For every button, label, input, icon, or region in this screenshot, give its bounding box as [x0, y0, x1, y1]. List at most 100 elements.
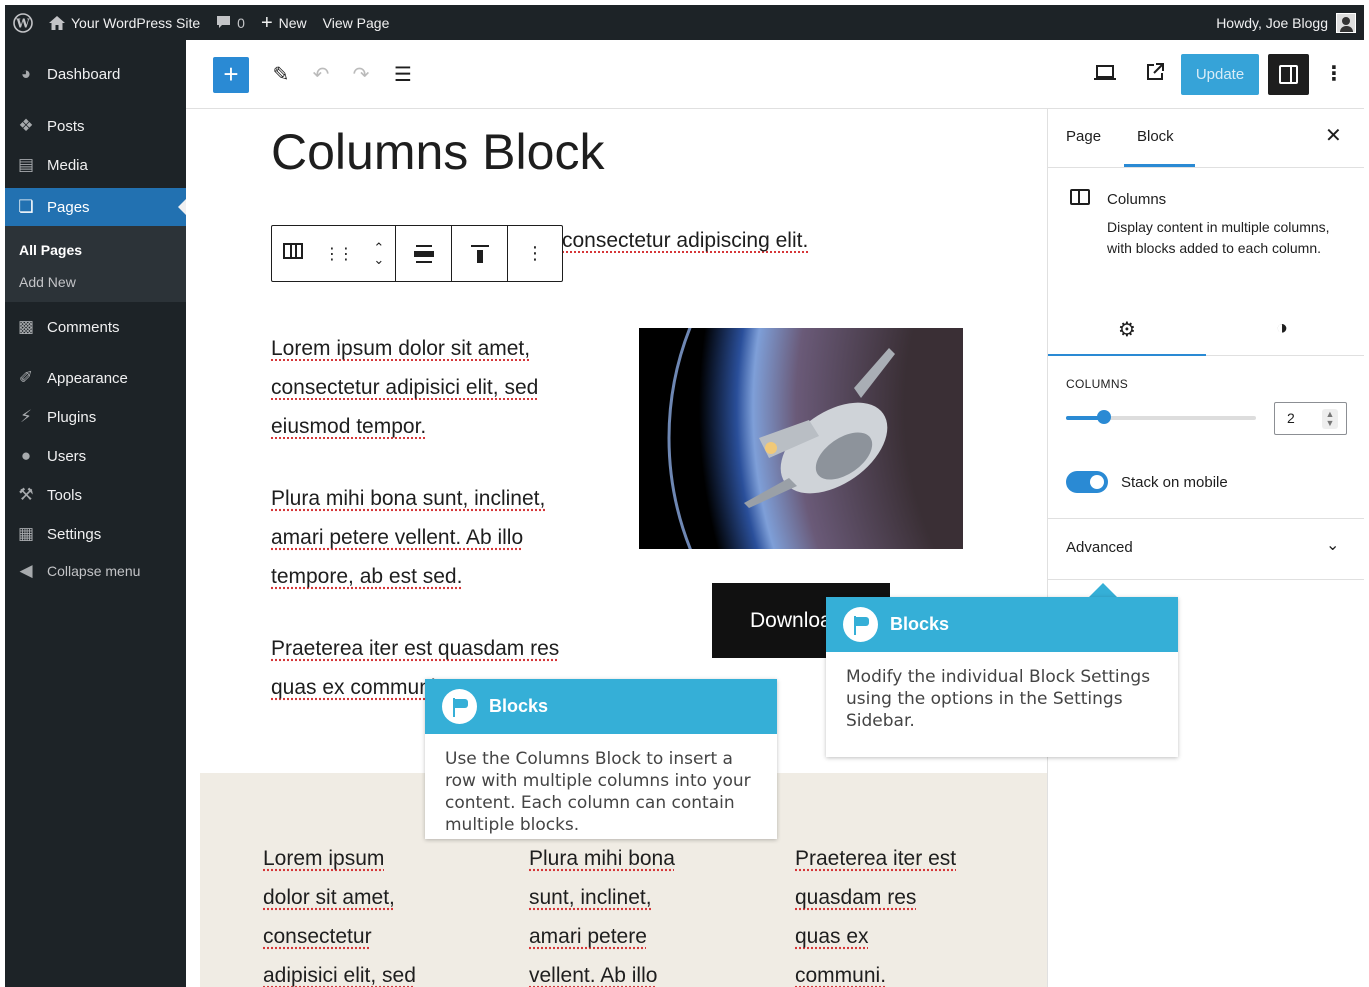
preview-icon[interactable] — [1090, 60, 1120, 90]
align-top-icon — [470, 244, 489, 263]
chevron-down-icon[interactable]: ⌄ — [1326, 535, 1339, 555]
intro-paragraph[interactable]: consectetur adipiscing elit. — [562, 229, 808, 253]
columns-icon[interactable] — [282, 243, 303, 264]
external-link-icon[interactable] — [1140, 60, 1170, 90]
columns-value: 2 — [1287, 410, 1295, 426]
svg-text:W: W — [15, 16, 30, 30]
edit-tool-icon[interactable]: ✎ — [266, 60, 296, 90]
flag-icon — [442, 689, 477, 724]
columns-icon — [1070, 189, 1090, 205]
spinner-icon[interactable]: ▲ ▼ — [1322, 409, 1338, 429]
options-menu-icon[interactable]: ⋮ — [1324, 60, 1344, 90]
redo-icon[interactable]: ↷ — [346, 60, 376, 90]
sidebar-item-tools[interactable]: ⚒ Tools — [5, 476, 186, 514]
column-line: Lorem ipsum — [263, 847, 385, 870]
current-indicator — [178, 199, 186, 215]
column-1[interactable]: Lorem ipsum dolor sit amet, consectetur … — [263, 839, 416, 987]
advanced-panel-toggle[interactable]: Advanced — [1066, 539, 1133, 556]
list-view-icon[interactable]: ☰ — [388, 60, 418, 90]
paragraph-block[interactable]: Lorem ipsum dolor sit amet, consectetur … — [271, 329, 538, 446]
sidebar-item-appearance[interactable]: ✐ Appearance — [5, 359, 186, 397]
tab-block[interactable]: Block — [1137, 128, 1174, 145]
add-block-button[interactable]: + — [213, 57, 249, 93]
flag-icon — [843, 607, 878, 642]
column-3[interactable]: Praeterea iter est quasdam res quas ex c… — [795, 839, 956, 987]
tooltip-header: Blocks — [425, 679, 777, 734]
sidebar-item-dashboard[interactable]: ◕ Dashboard — [5, 55, 186, 93]
close-icon[interactable]: ✕ — [1325, 123, 1342, 148]
divider — [1048, 579, 1364, 580]
gear-icon[interactable]: ⚙ — [1118, 317, 1136, 342]
account-menu[interactable]: Howdy, Joe Blogg — [1216, 5, 1356, 40]
column-line: dolor sit amet, — [263, 886, 395, 909]
block-mover-group: ⋮⋮ ⌃ ⌄ — [272, 226, 396, 281]
sidebar-item-plugins[interactable]: ⚡ Plugins — [5, 398, 186, 436]
drag-handle-icon[interactable]: ⋮⋮ — [324, 244, 354, 264]
plug-icon: ⚡ — [20, 407, 32, 426]
slider-thumb[interactable] — [1097, 410, 1111, 424]
sidebar-item-pages[interactable]: ❏ Pages — [5, 188, 186, 226]
sidebar-item-comments[interactable]: ▩ Comments — [5, 308, 186, 346]
settings-toggle-button[interactable] — [1268, 54, 1309, 95]
column-line: quasdam res — [795, 886, 917, 909]
sidebar-item-label: Plugins — [47, 408, 97, 426]
align-button[interactable] — [396, 226, 452, 281]
undo-icon[interactable]: ↶ — [306, 60, 336, 90]
paragraph-line: Plura mihi bona sunt, inclinet, — [271, 487, 546, 510]
tab-page[interactable]: Page — [1066, 128, 1101, 145]
user-icon: ● — [20, 446, 32, 465]
collapse-icon: ◀ — [19, 561, 33, 580]
sidebar-item-posts[interactable]: ❖ Posts — [5, 107, 186, 145]
sidebar-item-label: Dashboard — [47, 65, 121, 83]
paragraph-line: tempore, ab est sed. — [271, 565, 463, 588]
update-button[interactable]: Update — [1181, 54, 1259, 95]
columns-slider[interactable] — [1066, 410, 1256, 424]
paragraph-line: consectetur adipisici elit, sed — [271, 376, 539, 399]
dashboard-icon: ◕ — [20, 64, 32, 83]
tooltip-body: Use the Columns Block to insert a row wi… — [445, 749, 751, 835]
media-icon: ▤ — [17, 155, 35, 174]
view-page-label: View Page — [322, 14, 390, 31]
paragraph-block[interactable]: Plura mihi bona sunt, inclinet, amari pe… — [271, 479, 545, 596]
page-title[interactable]: Columns Block — [271, 123, 604, 181]
paragraph-line: eiusmod tempor. — [271, 415, 427, 438]
column-line: adipisici elit, sed — [263, 964, 416, 987]
view-page-link[interactable]: View Page — [315, 5, 398, 40]
block-card-title: Columns — [1107, 191, 1167, 208]
spaceship-image[interactable] — [639, 328, 963, 549]
block-options-icon[interactable]: ⋮ — [508, 226, 562, 281]
sidebar-item-label: Tools — [47, 486, 83, 504]
new-label: New — [278, 14, 307, 31]
tooltip-title: Blocks — [489, 696, 549, 716]
sidebar-item-collapse[interactable]: ◀ Collapse menu — [5, 552, 186, 590]
column-line: quas ex — [795, 925, 869, 948]
paragraph-line: Lorem ipsum dolor sit amet, — [271, 337, 531, 360]
home-icon — [49, 15, 65, 30]
submenu-all-pages[interactable]: All Pages — [19, 242, 82, 258]
wordpress-logo-icon[interactable]: W — [5, 5, 41, 40]
new-link[interactable]: + New — [253, 5, 315, 40]
column-line: consectetur — [263, 925, 372, 948]
submenu-add-new[interactable]: Add New — [19, 274, 76, 290]
sidebar-item-media[interactable]: ▤ Media — [5, 146, 186, 184]
sidebar-item-settings[interactable]: ▦ Settings — [5, 515, 186, 553]
block-card-description: Display content in multiple columns, wit… — [1107, 219, 1330, 256]
brush-icon: ✐ — [18, 368, 34, 387]
site-name-link[interactable]: Your WordPress Site — [41, 5, 208, 40]
comments-link[interactable]: 0 — [208, 5, 253, 40]
contrast-icon[interactable]: ◑ — [1276, 317, 1288, 340]
columns-number-input[interactable]: 2 ▲ ▼ — [1274, 402, 1347, 435]
sidebar-item-label: Pages — [47, 198, 90, 216]
sidebar-icon — [1279, 65, 1298, 84]
site-name: Your WordPress Site — [71, 14, 201, 31]
column-2[interactable]: Plura mihi bona sunt, inclinet, amari pe… — [529, 839, 675, 987]
stack-on-mobile-toggle[interactable] — [1066, 471, 1108, 493]
editor-frame: W Your WordPress Site 0 + New View Page … — [5, 5, 1364, 987]
move-up-down-icon[interactable]: ⌃ ⌄ — [373, 241, 384, 266]
sidebar-item-label: Users — [47, 447, 87, 465]
vertical-align-button[interactable] — [452, 226, 508, 281]
howdy-label: Howdy, Joe Blogg — [1216, 14, 1328, 31]
sidebar-item-users[interactable]: ● Users — [5, 437, 186, 475]
stack-on-mobile-label: Stack on mobile — [1121, 474, 1228, 491]
comments-count: 0 — [237, 14, 245, 31]
